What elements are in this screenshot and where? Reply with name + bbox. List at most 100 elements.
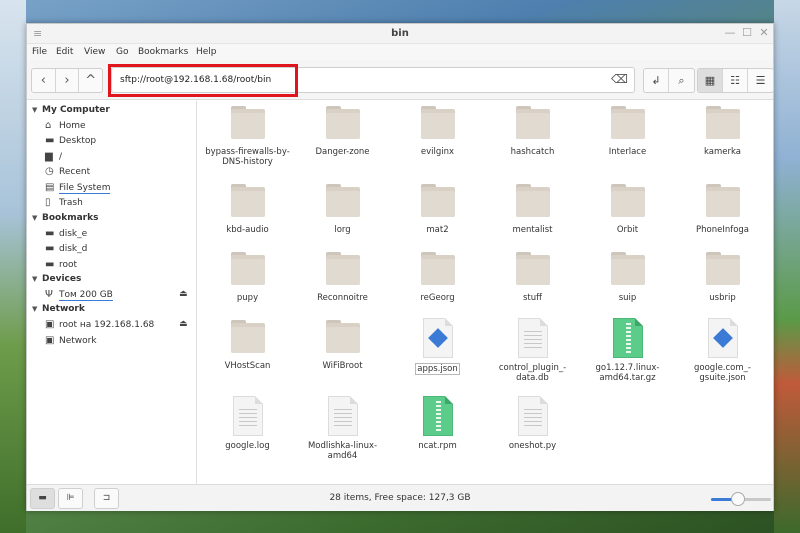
view-compact-button[interactable]: ☷ [723, 69, 748, 92]
json-file-icon [422, 318, 453, 358]
up-icon: ^ [85, 73, 97, 88]
sidebar-section-my-computer[interactable]: ▼ My Computer [32, 105, 110, 115]
view-list-button[interactable]: ☰ [748, 69, 773, 92]
trash-icon: ▯ [45, 197, 51, 208]
file-item[interactable]: apps.json [390, 318, 485, 375]
sidebar-item-volume[interactable]: Ψ Том 200 GB [45, 289, 113, 301]
sidebar-item-root[interactable]: ▬ root [45, 259, 77, 270]
file-name: mat2 [426, 225, 449, 235]
file-name: Orbit [616, 225, 639, 235]
file-name: usbrip [709, 293, 736, 303]
folder-icon [609, 182, 647, 220]
menu-help[interactable]: Help [196, 47, 217, 57]
file-item[interactable]: oneshot.py [485, 396, 580, 451]
folder-item[interactable]: VHostScan [200, 318, 295, 371]
file-name: Interlace [608, 147, 647, 157]
folder-item[interactable]: pupy [200, 250, 295, 303]
maximize-icon[interactable]: ☐ [740, 26, 754, 39]
sidebar-item-desktop[interactable]: ▬ Desktop [45, 135, 96, 146]
network-share-icon: ▣ [45, 319, 55, 330]
minimize-icon[interactable]: — [723, 26, 737, 39]
folder-icon: ▬ [45, 243, 55, 254]
file-name: suip [618, 293, 637, 303]
back-button[interactable]: ‹ [32, 69, 56, 92]
sidebar-item-recent[interactable]: ◷ Recent [45, 166, 90, 177]
folder-item[interactable]: reGeorg [390, 250, 485, 303]
eject-icon[interactable]: ⏏ [179, 289, 188, 299]
folder-item[interactable]: kbd-audio [200, 182, 295, 235]
folder-item[interactable]: Danger-zone [295, 104, 390, 157]
sidebar-item-disk-d[interactable]: ▬ disk_d [45, 243, 87, 254]
file-name: lorg [334, 225, 351, 235]
file-item[interactable]: google.com_-gsuite.json [675, 318, 770, 383]
file-name: stuff [522, 293, 542, 303]
folder-item[interactable]: mat2 [390, 182, 485, 235]
folder-item[interactable]: stuff [485, 250, 580, 303]
folder-item[interactable]: mentalist [485, 182, 580, 235]
menu-view[interactable]: View [84, 47, 105, 57]
folder-item[interactable]: suip [580, 250, 675, 303]
zoom-slider-handle[interactable] [731, 492, 745, 506]
file-name: kamerka [704, 147, 741, 157]
menu-bookmarks[interactable]: Bookmarks [138, 47, 188, 57]
titlebar[interactable]: ≡ bin — ☐ ✕ [27, 24, 773, 44]
collapse-icon: ▼ [32, 275, 38, 283]
folder-icon [324, 104, 362, 142]
folder-item[interactable]: hashcatch [485, 104, 580, 157]
file-item[interactable]: control_plugin_-data.db [485, 318, 580, 383]
folder-item[interactable]: Reconnoitre [295, 250, 390, 303]
file-icon-view[interactable]: bypass-firewalls-by-DNS-history Danger-zo… [198, 101, 773, 484]
folder-item[interactable]: Interlace [580, 104, 675, 157]
sidebar-item-label: disk_e [59, 229, 88, 239]
folder-icon [419, 182, 457, 220]
folder-icon [514, 182, 552, 220]
sidebar-section-devices[interactable]: ▼ Devices [32, 274, 81, 284]
sidebar-item-label: File System [59, 183, 111, 194]
folder-icon [229, 182, 267, 220]
file-manager-window: ≡ bin — ☐ ✕ File Edit View Go Bookmarks … [26, 23, 774, 511]
eject-icon[interactable]: ⏏ [179, 319, 188, 329]
toolbar: ‹ › ^ sftp://root@192.168.1.68/root/bin … [27, 60, 774, 100]
text-file-icon [517, 318, 548, 358]
view-icons-button[interactable]: ▦ [698, 69, 723, 92]
menu-go[interactable]: Go [116, 47, 128, 57]
sidebar-item-label: Recent [59, 167, 91, 177]
menu-file[interactable]: File [32, 47, 47, 57]
sidebar-section-network[interactable]: ▼ Network [32, 304, 85, 314]
folder-item[interactable]: PhoneInfoga [675, 182, 770, 235]
sidebar-section-bookmarks[interactable]: ▼ Bookmarks [32, 213, 98, 223]
desktop-background-right [774, 0, 800, 533]
text-file-icon [517, 396, 548, 436]
folder-item[interactable]: WiFiBroot [295, 318, 390, 371]
open-terminal-button[interactable]: ↲ [644, 69, 669, 92]
folder-icon [704, 104, 742, 142]
clear-location-icon[interactable]: ⌫ [611, 72, 628, 86]
folder-item[interactable]: evilginx [390, 104, 485, 157]
file-name: WiFiBroot [322, 361, 363, 371]
file-item[interactable]: go1.12.7.linux-amd64.tar.gz [580, 318, 675, 383]
folder-item[interactable]: Orbit [580, 182, 675, 235]
sidebar-item-file-system[interactable]: ▤ File System [45, 182, 111, 194]
folder-item[interactable]: kamerka [675, 104, 770, 157]
sidebar-item-disk-e[interactable]: ▬ disk_e [45, 228, 87, 239]
close-icon[interactable]: ✕ [757, 26, 771, 39]
desktop-icon: ▬ [45, 135, 55, 146]
file-item[interactable]: ncat.rpm [390, 396, 485, 451]
sidebar-item-trash[interactable]: ▯ Trash [45, 197, 83, 208]
sidebar-item-root-fs[interactable]: ▆ / [45, 151, 62, 162]
file-item[interactable]: google.log [200, 396, 295, 451]
up-button[interactable]: ^ [79, 69, 102, 92]
collapse-icon: ▼ [32, 305, 38, 313]
search-button[interactable]: ⌕ [669, 69, 694, 92]
folder-item[interactable]: bypass-firewalls-by-DNS-history [200, 104, 295, 167]
forward-button[interactable]: › [56, 69, 80, 92]
sidebar-item-network[interactable]: ▣ Network [45, 335, 97, 346]
usb-icon: Ψ [45, 289, 53, 300]
folder-item[interactable]: usbrip [675, 250, 770, 303]
folder-item[interactable]: lorg [295, 182, 390, 235]
sidebar-item-home[interactable]: ⌂ Home [45, 120, 86, 131]
file-item[interactable]: Modlishka-linux-amd64 [295, 396, 390, 461]
file-name: pupy [236, 293, 259, 303]
sidebar-item-network-share[interactable]: ▣ root на 192.168.1.68 [45, 319, 154, 330]
menu-edit[interactable]: Edit [56, 47, 73, 57]
